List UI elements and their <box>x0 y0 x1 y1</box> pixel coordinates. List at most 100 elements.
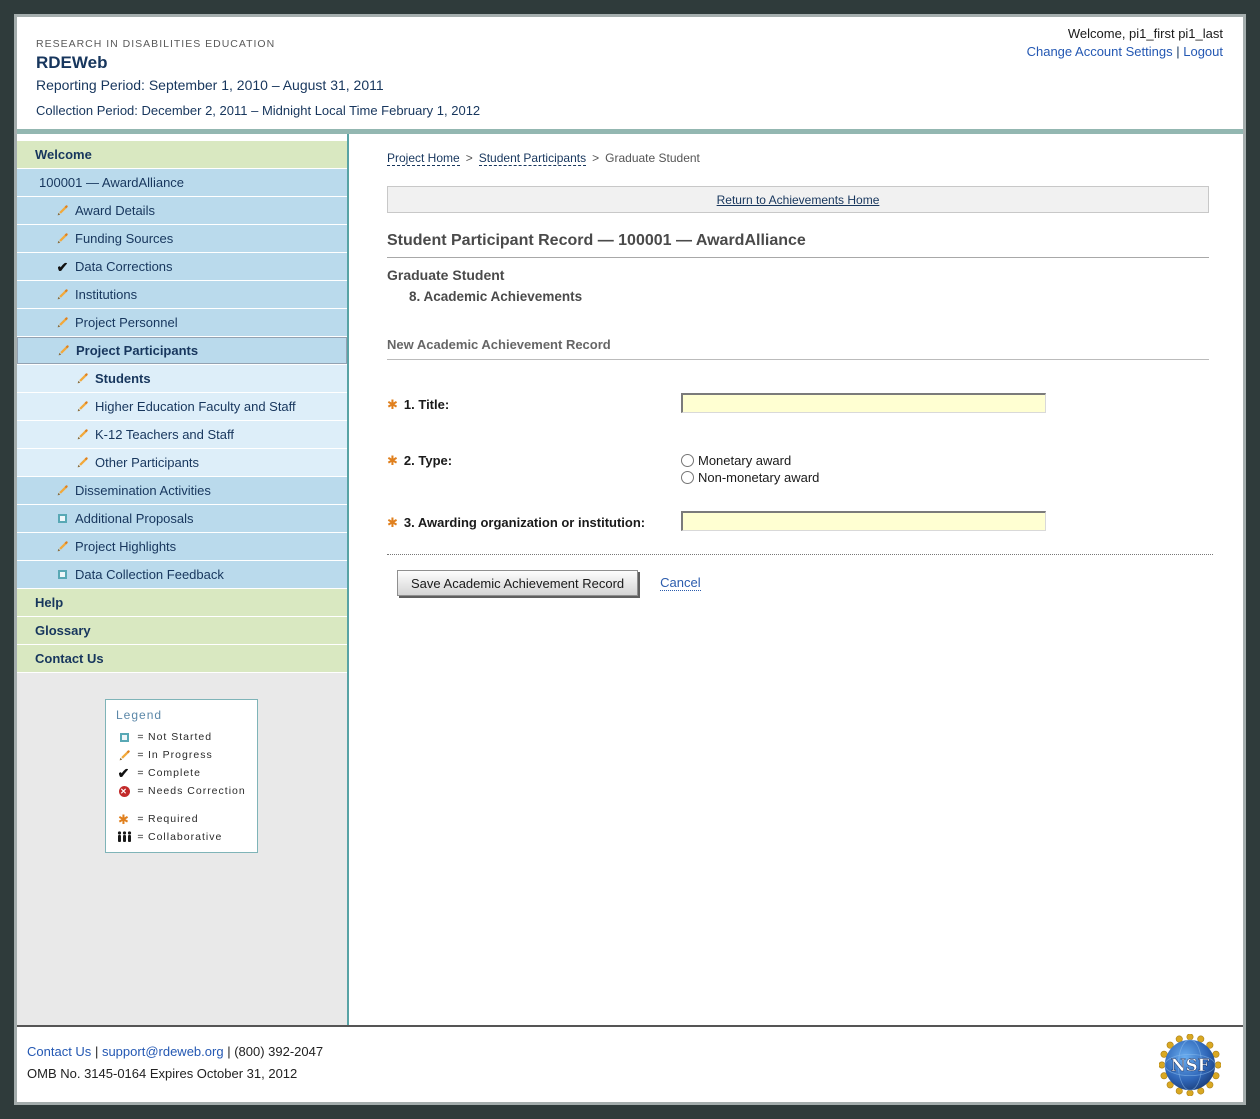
logout-link[interactable]: Logout <box>1183 44 1223 59</box>
sidebar-item-dissemination[interactable]: Dissemination Activities <box>17 477 347 504</box>
sidebar-item-higher-ed-faculty[interactable]: Higher Education Faculty and Staff <box>17 393 347 420</box>
breadcrumb-student-participants[interactable]: Student Participants <box>479 151 586 166</box>
pencil-icon <box>55 484 70 497</box>
sidebar-item-students[interactable]: Students <box>17 365 347 392</box>
form-row-awarding-org: ✱3. Awarding organization or institution… <box>387 514 1209 532</box>
header-account: Welcome, pi1_first pi1_last Change Accou… <box>1027 26 1223 59</box>
app-window: RESEARCH IN DISABILITIES EDUCATION RDEWe… <box>14 14 1246 1105</box>
sidebar-item-label: Data Corrections <box>75 259 173 274</box>
non-monetary-award-option[interactable]: Non-monetary award <box>681 469 819 486</box>
sidebar-item-award[interactable]: 100001 — AwardAlliance <box>17 169 347 196</box>
legend-box: Legend = Not Started = In Progress ✔ = <box>105 699 258 853</box>
nsf-logo: NSF <box>1159 1034 1221 1096</box>
required-icon: ✱ <box>387 515 398 530</box>
pencil-icon <box>75 372 90 385</box>
omb-notice: OMB No. 3145-0164 Expires October 31, 20… <box>27 1066 297 1081</box>
legend-label: Required <box>148 813 199 825</box>
collection-period: Collection Period: December 2, 2011 – Mi… <box>36 103 480 118</box>
sidebar-item-institutions[interactable]: Institutions <box>17 281 347 308</box>
sidebar-item-label: Award Details <box>75 203 155 218</box>
app-title: RDEWeb <box>36 53 480 73</box>
sidebar-item-help[interactable]: Help <box>17 589 347 616</box>
header: RESEARCH IN DISABILITIES EDUCATION RDEWe… <box>17 17 1243 129</box>
form-separator <box>387 554 1213 555</box>
legend-label: Collaborative <box>148 831 222 843</box>
sidebar-item-label: Higher Education Faculty and Staff <box>95 399 296 414</box>
pencil-icon <box>75 428 90 441</box>
change-account-settings-link[interactable]: Change Account Settings <box>1027 44 1173 59</box>
page-title: Student Participant Record — 100001 — Aw… <box>387 232 1209 258</box>
awarding-org-label: ✱3. Awarding organization or institution… <box>387 515 645 530</box>
sidebar-item-k12-teachers[interactable]: K-12 Teachers and Staff <box>17 421 347 448</box>
legend-item-needs-correction: ✕ = Needs Correction <box>116 782 257 800</box>
sidebar-item-project-participants[interactable]: Project Participants <box>17 337 347 364</box>
sidebar-item-award-details[interactable]: Award Details <box>17 197 347 224</box>
monetary-award-radio[interactable] <box>681 454 694 467</box>
not-started-icon <box>55 514 70 523</box>
welcome-user: Welcome, pi1_first pi1_last <box>1027 26 1223 41</box>
return-to-achievements-link[interactable]: Return to Achievements Home <box>717 193 880 207</box>
sidebar-item-label: Students <box>95 371 151 386</box>
sidebar-item-label: Contact Us <box>35 651 104 666</box>
legend-item-required: ✱ = Required <box>116 810 257 828</box>
legend-label: Complete <box>148 767 201 779</box>
pencil-icon <box>55 540 70 553</box>
sidebar-item-label: Project Personnel <box>75 315 178 330</box>
legend-item-collaborative: = Collaborative <box>116 828 257 846</box>
required-icon: ✱ <box>387 397 398 412</box>
awarding-org-input[interactable] <box>681 511 1046 531</box>
not-started-icon <box>55 570 70 579</box>
sidebar-item-project-highlights[interactable]: Project Highlights <box>17 533 347 560</box>
save-button[interactable]: Save Academic Achievement Record <box>397 570 638 596</box>
required-icon: ✱ <box>116 813 132 826</box>
record-type-heading: Graduate Student <box>387 267 504 283</box>
cancel-link[interactable]: Cancel <box>660 575 700 591</box>
footer-contact-link[interactable]: Contact Us <box>27 1044 91 1059</box>
needs-correction-icon: ✕ <box>116 786 132 797</box>
equals-sign: = <box>134 749 148 761</box>
sidebar-item-additional-proposals[interactable]: Additional Proposals <box>17 505 347 532</box>
footer-email-link[interactable]: support@rdeweb.org <box>102 1044 224 1059</box>
breadcrumb-current: Graduate Student <box>605 151 700 165</box>
legend-item-in-progress: = In Progress <box>116 746 257 764</box>
legend-item-not-started: = Not Started <box>116 728 257 746</box>
legend-label: Not Started <box>148 731 212 743</box>
sidebar-item-label: Dissemination Activities <box>75 483 211 498</box>
separator: | <box>95 1044 98 1059</box>
sidebar-items: Welcome 100001 — AwardAlliance Award Det… <box>17 134 347 673</box>
sidebar-item-other-participants[interactable]: Other Participants <box>17 449 347 476</box>
sidebar-item-label: Institutions <box>75 287 137 302</box>
sidebar-item-label: Help <box>35 595 63 610</box>
pencil-icon <box>55 232 70 245</box>
sidebar-lower-panel: Legend = Not Started = In Progress ✔ = <box>17 673 347 1025</box>
title-input[interactable] <box>681 393 1046 413</box>
pencil-icon <box>55 288 70 301</box>
content-row: Welcome 100001 — AwardAlliance Award Det… <box>17 134 1243 1025</box>
header-branding: RESEARCH IN DISABILITIES EDUCATION RDEWe… <box>36 38 480 118</box>
monetary-award-option[interactable]: Monetary award <box>681 452 819 469</box>
non-monetary-award-radio[interactable] <box>681 471 694 484</box>
sidebar-nav: Welcome 100001 — AwardAlliance Award Det… <box>17 134 349 1025</box>
radio-label: Non-monetary award <box>698 470 819 485</box>
sidebar-item-project-personnel[interactable]: Project Personnel <box>17 309 347 336</box>
sidebar-item-funding-sources[interactable]: Funding Sources <box>17 225 347 252</box>
sidebar-item-label: Additional Proposals <box>75 511 194 526</box>
equals-sign: = <box>134 785 148 797</box>
not-started-icon <box>116 733 132 742</box>
sidebar-item-welcome[interactable]: Welcome <box>17 141 347 168</box>
pencil-icon <box>56 344 71 357</box>
footer: Contact Us | support@rdeweb.org | (800) … <box>17 1027 1243 1102</box>
pencil-icon <box>55 204 70 217</box>
sidebar-item-contact-us[interactable]: Contact Us <box>17 645 347 672</box>
sidebar-item-data-collection-feedback[interactable]: Data Collection Feedback <box>17 561 347 588</box>
pencil-icon <box>55 316 70 329</box>
equals-sign: = <box>134 767 148 779</box>
section-heading: 8. Academic Achievements <box>409 289 582 304</box>
form-row-type: ✱2. Type: Monetary award Non-monetary aw… <box>387 452 1209 470</box>
form-heading: New Academic Achievement Record <box>387 337 1209 360</box>
sidebar-item-data-corrections[interactable]: ✔ Data Corrections <box>17 253 347 280</box>
equals-sign: = <box>134 731 148 743</box>
legend-title: Legend <box>116 708 257 722</box>
sidebar-item-glossary[interactable]: Glossary <box>17 617 347 644</box>
breadcrumb-project-home[interactable]: Project Home <box>387 151 460 166</box>
